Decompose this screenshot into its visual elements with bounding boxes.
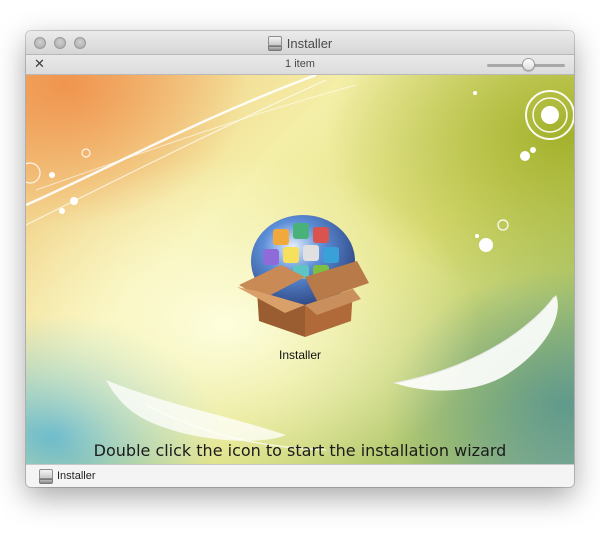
window-content: Installer Double click the icon to start… — [26, 75, 574, 464]
window-title: Installer — [286, 35, 333, 51]
status-toolbar: ✕ 1 item — [26, 55, 574, 75]
icon-size-slider-thumb[interactable] — [522, 58, 535, 71]
path-bar-label[interactable]: Installer — [57, 470, 96, 482]
disk-icon — [267, 35, 282, 51]
instruction-text: Double click the icon to start the insta… — [93, 441, 507, 460]
disk-icon — [39, 468, 53, 484]
title-bar[interactable]: Installer — [26, 31, 574, 55]
installer-package-icon[interactable] — [229, 203, 371, 337]
finder-window: Installer ✕ 1 item Installer Double clic… — [26, 31, 574, 487]
path-bar: Installer — [26, 464, 574, 487]
installer-icon-label[interactable]: Installer — [26, 348, 574, 362]
window-title-area: Installer — [26, 31, 574, 55]
